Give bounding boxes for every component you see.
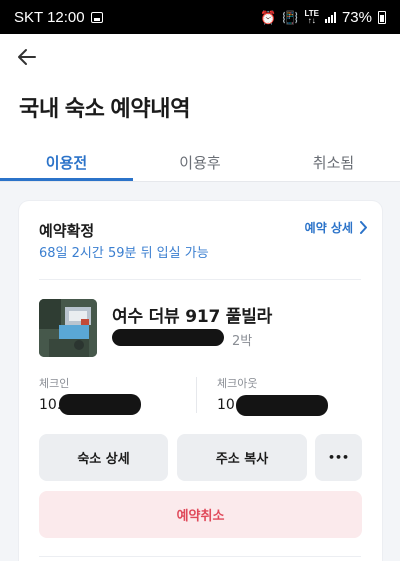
checkout-value: 10 — [217, 397, 235, 413]
checkin-countdown: 68일 2시간 59분 뒤 입실 가능 — [39, 246, 209, 261]
lte-icon: LTE ↑↓ — [304, 9, 319, 25]
reservation-card: 예약확정 68일 2시간 59분 뒤 입실 가능 예약 상세 여수 더뷰 917… — [19, 201, 382, 561]
checkin-value: 10. — [39, 397, 62, 413]
cancel-reservation-button[interactable]: 예약취소 — [39, 491, 362, 538]
app-header: 국내 숙소 예약내역 이용전 이용후 취소됨 — [0, 34, 400, 182]
chevron-right-icon — [360, 221, 367, 234]
tab-bar: 이용전 이용후 취소됨 — [0, 143, 400, 182]
property-thumbnail[interactable] — [39, 299, 97, 357]
divider — [39, 279, 361, 280]
page-title: 국내 숙소 예약내역 — [19, 96, 191, 121]
status-bar: SKT 12:00 ⏰ 📳 LTE ↑↓ 73% — [0, 0, 400, 34]
redacted-scribble — [236, 395, 328, 416]
vibrate-icon: 📳 — [282, 9, 299, 25]
more-options-button[interactable]: ••• — [315, 434, 362, 481]
checkout-label: 체크아웃 — [217, 377, 258, 390]
reservation-detail-link[interactable]: 예약 상세 — [305, 219, 368, 236]
copy-address-button[interactable]: 주소 복사 — [177, 434, 307, 481]
redacted-scribble — [59, 394, 141, 415]
stay-detail-button[interactable]: 숙소 상세 — [39, 434, 168, 481]
checkin-label: 체크인 — [39, 377, 70, 390]
battery-icon — [378, 10, 386, 24]
checkin-checkout-separator — [196, 377, 197, 413]
battery-percent: 73% — [341, 8, 372, 26]
divider — [39, 556, 361, 557]
back-button[interactable] — [12, 42, 42, 72]
carrier-time: SKT 12:00 — [14, 8, 85, 26]
status-left: SKT 12:00 — [14, 9, 103, 26]
stay-nights: 2박 — [232, 334, 253, 349]
status-right: ⏰ 📳 LTE ↑↓ 73% — [260, 9, 386, 26]
reservation-status: 예약확정 — [39, 222, 95, 240]
tab-after-use[interactable]: 이용후 — [133, 143, 267, 182]
gallery-notification-icon — [90, 11, 103, 23]
alarm-icon: ⏰ — [260, 9, 277, 25]
reservation-detail-label: 예약 상세 — [304, 221, 353, 235]
property-photo-icon — [39, 299, 97, 357]
more-icon: ••• — [327, 451, 350, 464]
tab-before-use[interactable]: 이용전 — [0, 143, 133, 182]
tab-cancelled[interactable]: 취소됨 — [267, 143, 400, 182]
signal-icon — [324, 11, 336, 23]
redacted-scribble — [112, 329, 224, 346]
property-name: 여수 더뷰 917 풀빌라 — [112, 307, 273, 327]
arrow-left-icon — [18, 49, 36, 65]
active-tab-indicator — [0, 178, 133, 181]
